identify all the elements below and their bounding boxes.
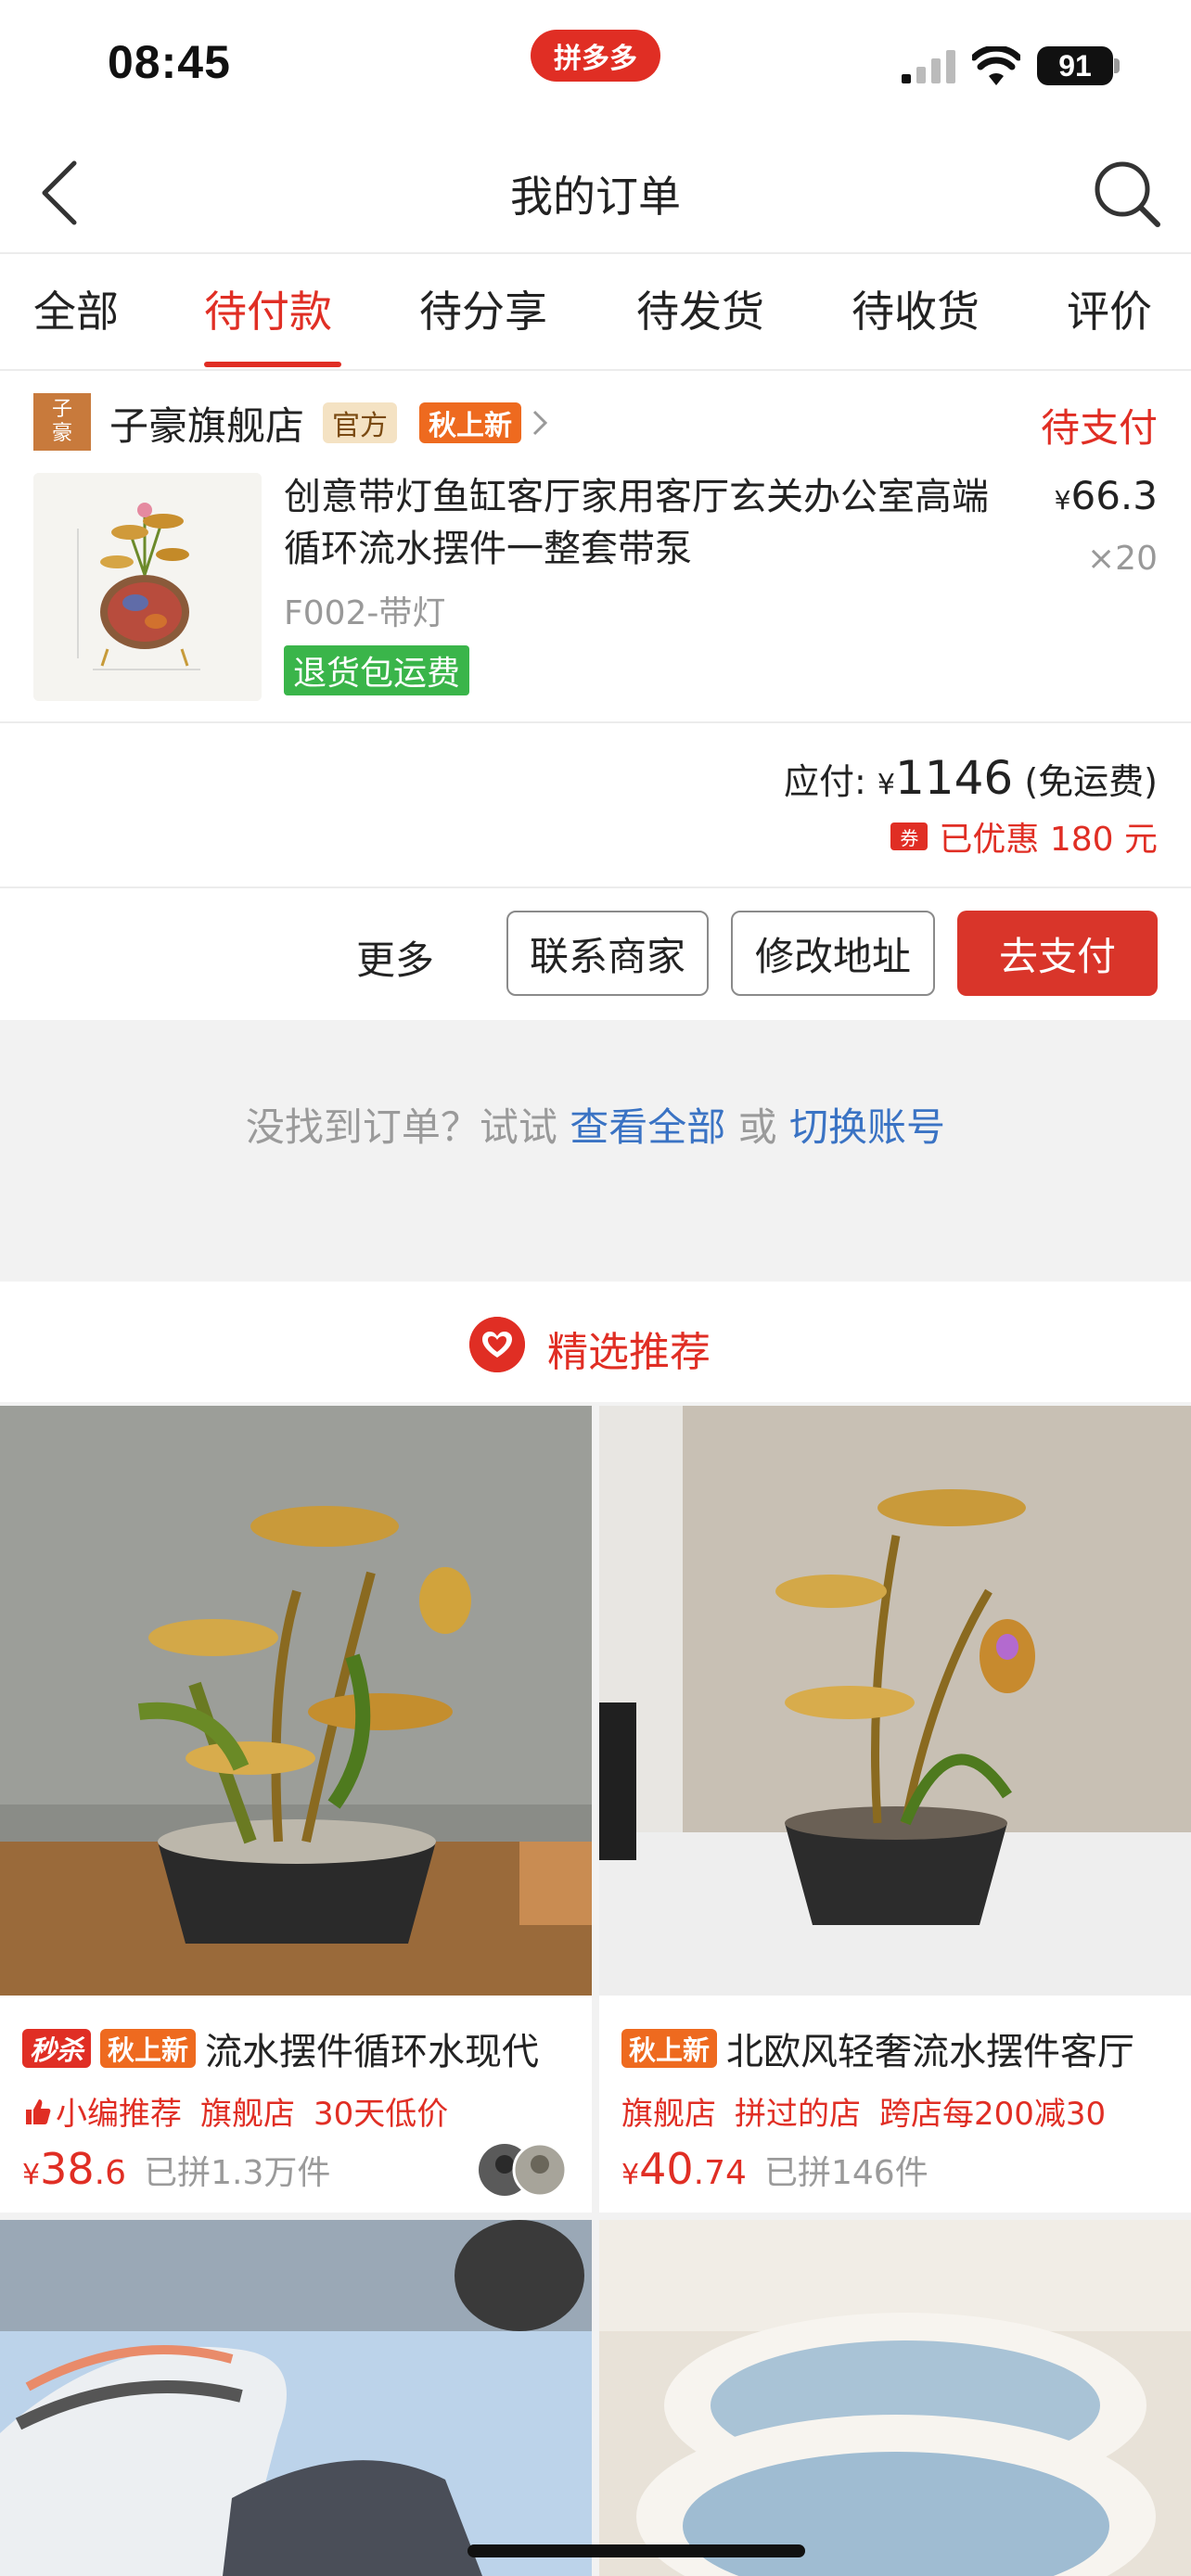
recommend-title: 精选推荐 — [547, 1329, 711, 1376]
more-button[interactable]: 更多 — [356, 929, 434, 986]
product-card-image[interactable] — [599, 2220, 1191, 2576]
discount-text: 已优惠 180 元 — [939, 821, 1158, 859]
divider — [0, 886, 1191, 888]
divider — [0, 369, 1191, 371]
total-amount: 1146 — [895, 751, 1014, 805]
thumbs-up-icon — [26, 2098, 51, 2124]
heart-icon — [469, 1317, 525, 1372]
currency-symbol: ¥ — [877, 769, 895, 801]
product-tag: 旗舰店 — [621, 2096, 716, 2133]
shop-logo[interactable]: 子 豪 — [33, 393, 91, 451]
product-card[interactable]: 秒杀 秋上新 流水摆件循环水现代 小编推荐 旗舰店 30天低价 ¥38.6 已拼… — [0, 1406, 592, 2213]
shipping-note: (免运费) — [1024, 761, 1158, 802]
order-status: 待支付 — [1040, 405, 1158, 451]
hint-text: 或 — [737, 1104, 777, 1150]
product-price: ¥66.3 — [1055, 473, 1158, 518]
product-card-tags: 旗舰店 拼过的店 跨店每200减30 — [621, 2088, 1106, 2134]
product-card-image[interactable] — [599, 1406, 1191, 1996]
battery-indicator: 91 — [1037, 46, 1113, 85]
product-card-title[interactable]: 秋上新 北欧风轻奢流水摆件客厅 — [621, 2021, 1134, 2075]
product-price-value: 66.3 — [1070, 473, 1158, 518]
tab-pending-receipt[interactable]: 待收货 — [852, 278, 980, 339]
price-decimal: .74 — [693, 2154, 747, 2192]
new-season-badge: 秋上新 — [621, 2029, 718, 2068]
discount-row: 券 已优惠 180 元 — [890, 812, 1158, 861]
buyer-avatars — [479, 2142, 568, 2198]
product-card-name: 流水摆件循环水现代 — [205, 2031, 540, 2073]
total-payable: 应付: ¥1146 (免运费) — [784, 751, 1158, 805]
product-card-image[interactable] — [0, 2220, 592, 2576]
signal-icon — [902, 50, 955, 83]
coupon-icon: 券 — [890, 823, 928, 850]
switch-account-link[interactable]: 切换账号 — [789, 1104, 945, 1150]
product-card[interactable] — [0, 2220, 592, 2576]
product-card-tags: 小编推荐 旗舰店 30天低价 — [22, 2088, 448, 2134]
battery-tip — [1114, 58, 1120, 73]
sold-count: 已拼146件 — [764, 2154, 928, 2192]
tab-pending-share[interactable]: 待分享 — [419, 278, 547, 339]
currency-symbol: ¥ — [621, 2159, 640, 2191]
product-tag: 小编推荐 — [56, 2096, 182, 2133]
product-image[interactable] — [33, 473, 262, 701]
contact-seller-button[interactable]: 联系商家 — [506, 911, 709, 996]
price-integer: 38 — [40, 2144, 95, 2194]
divider — [0, 252, 1191, 254]
tab-review[interactable]: 评价 — [1067, 278, 1152, 339]
currency-symbol: ¥ — [22, 2159, 41, 2191]
currency-symbol: ¥ — [1054, 485, 1071, 516]
return-shipping-tag: 退货包运费 — [284, 645, 470, 695]
order-not-found-hint: 没找到订单？试试 查看全部 或 切换账号 — [0, 1096, 1191, 1153]
price-decimal: .6 — [94, 2154, 126, 2192]
tab-pending-shipment[interactable]: 待发货 — [636, 278, 764, 339]
product-card[interactable] — [599, 2220, 1191, 2576]
status-time: 08:45 — [108, 36, 231, 88]
price-integer: 40 — [639, 2144, 694, 2194]
product-card-price: ¥40.74 已拼146件 — [621, 2144, 928, 2194]
product-card-image[interactable] — [0, 1406, 592, 1996]
page-title: 我的订单 — [510, 172, 681, 222]
shop-logo-text: 子 — [51, 398, 72, 421]
home-indicator — [467, 2544, 805, 2557]
product-spec: F002-带灯 — [284, 594, 446, 632]
tab-pending-payment[interactable]: 待付款 — [204, 278, 332, 339]
new-season-tag: 秋上新 — [419, 402, 521, 443]
product-quantity: ×20 — [1087, 540, 1158, 578]
official-tag: 官方 — [323, 402, 397, 443]
chevron-right-icon[interactable] — [529, 406, 551, 440]
tab-active-indicator — [204, 362, 341, 367]
new-season-badge: 秋上新 — [100, 2029, 197, 2068]
shop-name[interactable]: 子豪旗舰店 — [109, 395, 304, 452]
hint-text: 没找到订单？试试 — [245, 1104, 557, 1150]
product-tag: 拼过的店 — [735, 2096, 861, 2133]
app-badge: 拼多多 — [531, 30, 660, 82]
product-card[interactable]: 秋上新 北欧风轻奢流水摆件客厅 旗舰店 拼过的店 跨店每200减30 ¥40.7… — [599, 1406, 1191, 2213]
sold-count: 已拼1.3万件 — [144, 2154, 331, 2192]
shop-logo-text: 豪 — [51, 422, 72, 445]
tab-all[interactable]: 全部 — [33, 278, 119, 339]
product-tag: 30天低价 — [314, 2096, 449, 2133]
product-title[interactable]: 创意带灯鱼缸客厅家用客厅玄关办公室高端循环流水摆件一整套带泵 — [284, 471, 1017, 575]
total-label: 应付: — [784, 761, 866, 802]
product-tag: 跨店每200减30 — [879, 2096, 1107, 2133]
product-card-price: ¥38.6 已拼1.3万件 — [22, 2144, 330, 2194]
search-icon[interactable] — [1091, 158, 1161, 228]
flash-sale-badge: 秒杀 — [22, 2029, 92, 2068]
product-card-name: 北欧风轻奢流水摆件客厅 — [726, 2031, 1135, 2073]
pay-button[interactable]: 去支付 — [957, 911, 1158, 996]
view-all-link[interactable]: 查看全部 — [570, 1104, 725, 1150]
product-card-title[interactable]: 秒杀 秋上新 流水摆件循环水现代 — [22, 2021, 539, 2075]
change-address-button[interactable]: 修改地址 — [731, 911, 935, 996]
divider — [0, 721, 1191, 723]
wifi-icon — [972, 46, 1020, 85]
product-tag: 旗舰店 — [200, 2096, 295, 2133]
